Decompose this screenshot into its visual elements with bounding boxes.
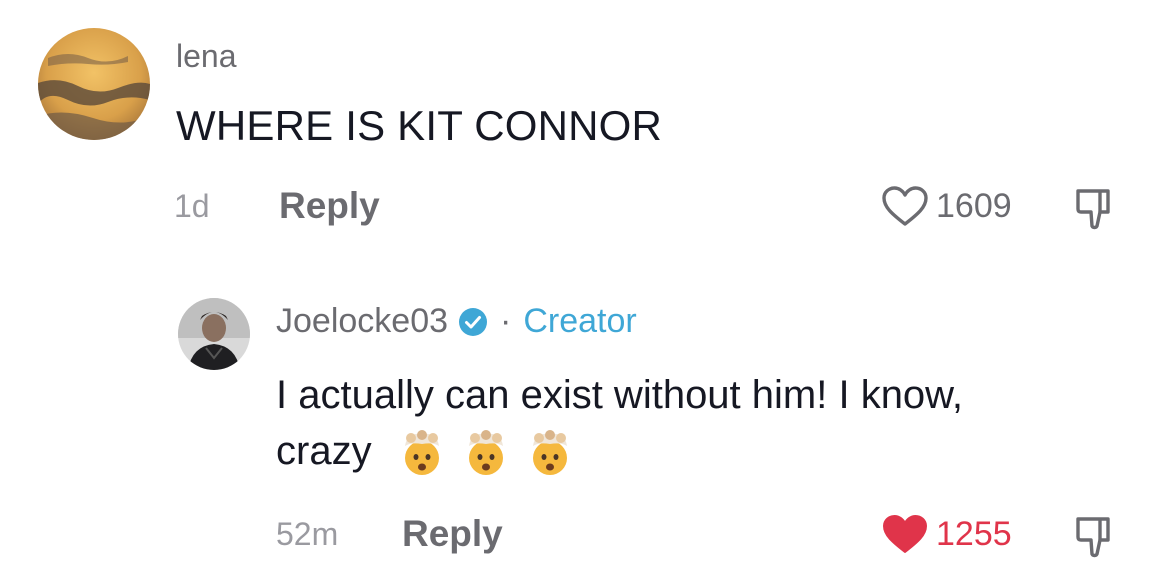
- username-row: Joelocke03 · Creator: [276, 302, 637, 341]
- comment-time: 52m: [276, 516, 339, 552]
- thumbs-down-icon[interactable]: [1072, 186, 1118, 232]
- comment-text: I actually can exist without him! I know…: [276, 367, 1146, 479]
- exploding-head-icon: [532, 430, 567, 476]
- comment-text-line-2: crazy: [276, 423, 1146, 479]
- comment-text-word: crazy: [276, 429, 372, 473]
- like-count: 1255: [936, 514, 1012, 553]
- username[interactable]: Joelocke03: [276, 302, 448, 341]
- sunset-sky-avatar-icon: [38, 28, 150, 140]
- like-button[interactable]: 1255: [880, 512, 1012, 556]
- heart-outline-icon: [882, 186, 928, 226]
- verified-badge-icon: [459, 307, 488, 336]
- emoji-group: [397, 428, 575, 478]
- separator-dot: ·: [500, 302, 512, 340]
- comment-text-line: I actually can exist without him! I know…: [276, 373, 963, 417]
- person-avatar-icon: [178, 298, 250, 370]
- reply-button[interactable]: Reply: [402, 513, 503, 555]
- like-count: 1609: [936, 186, 1012, 225]
- heart-filled-icon: [883, 515, 927, 553]
- exploding-head-icon: [468, 430, 503, 476]
- user-avatar[interactable]: [178, 298, 250, 370]
- exploding-head-icon: [404, 430, 439, 476]
- comment-text: WHERE IS KIT CONNOR: [176, 102, 663, 149]
- comment-time: 1d: [174, 188, 210, 224]
- creator-badge: Creator: [523, 302, 637, 340]
- user-avatar[interactable]: [38, 28, 150, 140]
- username[interactable]: lena: [176, 38, 237, 75]
- reply-button[interactable]: Reply: [279, 185, 380, 227]
- thumbs-down-icon[interactable]: [1072, 514, 1118, 560]
- like-button[interactable]: 1609: [880, 184, 1012, 228]
